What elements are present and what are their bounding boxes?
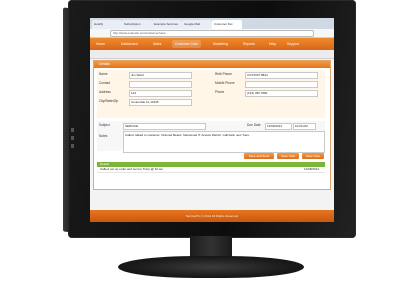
nav-help[interactable]: Help — [266, 40, 279, 48]
contact-form: Name Jim Ward Contact Address 123 City/S… — [97, 70, 325, 118]
name-field[interactable]: Jim Ward — [129, 71, 192, 79]
browser-tab-bar: Hostify Subscription Example Services Go… — [90, 18, 334, 29]
browser-tab[interactable]: Subscription — [122, 20, 152, 29]
nav-home[interactable]: Home — [93, 40, 108, 48]
browser-tab[interactable]: Google Mail — [182, 20, 212, 29]
app-nav-bar: Home Dashboard Sales Customer Care Marke… — [90, 38, 334, 50]
save-note-button[interactable]: Save Note — [302, 153, 324, 159]
nav-reports[interactable]: Reports — [240, 40, 258, 48]
mobile-field[interactable] — [245, 80, 318, 88]
ref-field[interactable]: CUST007 8844 — [245, 71, 318, 79]
nav-sales[interactable]: Sales — [150, 40, 164, 48]
contact-field[interactable] — [129, 80, 192, 88]
url-input[interactable]: http://www.example.com/customer/view — [110, 30, 314, 37]
row-text: Called, set up order and sent to Tracy @… — [100, 167, 164, 171]
task-form: Subject SERVICE Due Date 12/09/2014 10:0… — [97, 121, 325, 153]
ref-label: Ref# Phone — [215, 72, 232, 76]
city-field[interactable]: Centerville FL 12345 — [129, 98, 192, 106]
city-label: City/State/Zip — [99, 99, 119, 103]
nav-support[interactable]: Support — [284, 40, 302, 48]
due-date-field[interactable]: 12/09/2014 — [265, 122, 292, 130]
due-time-field[interactable]: 10:00 AM — [293, 122, 316, 130]
screen: Hostify Subscription Example Services Go… — [90, 18, 334, 222]
row-date: 12/08/2014 — [303, 167, 319, 171]
browser-url-bar: http://www.example.com/customer/view — [90, 29, 334, 38]
phone-label: Phone — [215, 90, 225, 94]
save-and-send-button[interactable]: Save and Send — [244, 153, 274, 159]
monitor-buttons — [71, 128, 74, 152]
browser-tab[interactable]: Hostify — [92, 20, 122, 29]
mobile-label: Mobile Phone — [215, 81, 235, 85]
notes-textarea[interactable]: Called. talked to customer. Ordered Bean… — [123, 131, 325, 153]
monitor-stand-base — [118, 256, 304, 278]
subject-field[interactable]: SERVICE — [123, 122, 206, 130]
nav-marketing[interactable]: Marketing — [210, 40, 231, 48]
address-label: Address — [99, 90, 111, 94]
address-field[interactable]: 123 — [129, 89, 192, 97]
sub-nav-bar — [90, 50, 334, 59]
table-row[interactable]: Called, set up order and sent to Tracy @… — [97, 167, 325, 173]
panel-title: Details — [94, 61, 330, 68]
nav-customer-care[interactable]: Customer Care — [172, 40, 201, 48]
phone-field[interactable]: (123) 456 7890 — [245, 89, 318, 97]
app-footer: ServicePro © 2014 All Rights Reserved — [90, 210, 334, 222]
details-panel: Details Name Jim Ward Contact Address 12… — [93, 60, 331, 190]
history-grid: Details Called, set up order and sent to… — [97, 162, 325, 182]
due-label: Due Date — [247, 123, 261, 127]
nav-dashboard[interactable]: Dashboard — [118, 40, 141, 48]
save-task-button[interactable]: Save Task — [277, 153, 299, 159]
name-label: Name — [99, 72, 108, 76]
contact-label: Contact — [99, 81, 110, 85]
browser-tab-active[interactable]: Customer Det — [212, 20, 242, 29]
browser-tab[interactable]: Example Services — [152, 20, 182, 29]
